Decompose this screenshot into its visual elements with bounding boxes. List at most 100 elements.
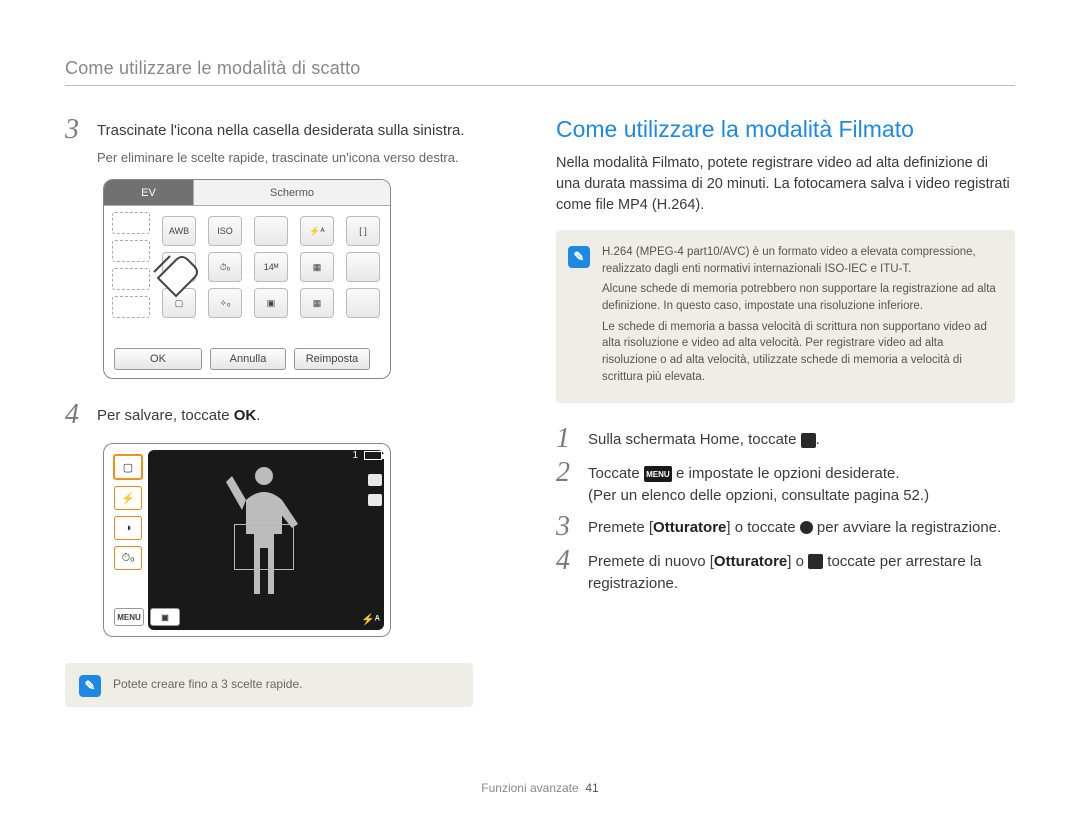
shortcut-flash-icon[interactable]: ⚡ bbox=[114, 486, 142, 510]
option-timer-off-icon[interactable]: ⏱ₒ bbox=[208, 252, 242, 282]
tab-ev[interactable]: EV bbox=[104, 180, 194, 205]
annulla-button[interactable]: Annulla bbox=[210, 348, 286, 370]
step-number: 3 bbox=[556, 513, 574, 541]
flash-indicator: ⚡ᴬ bbox=[361, 613, 380, 626]
option-cell[interactable]: ▣ bbox=[254, 288, 288, 318]
step-number: 4 bbox=[556, 547, 574, 595]
columns: 3 Trascinate l'icona nella casella desid… bbox=[65, 116, 1015, 707]
text: Premete [ bbox=[588, 519, 653, 536]
menu-row: MENU ▣ bbox=[114, 608, 180, 626]
menu-chip-icon: MENU bbox=[644, 466, 672, 482]
tab-schermo[interactable]: Schermo bbox=[194, 180, 390, 205]
ok-button[interactable]: OK bbox=[114, 348, 202, 370]
text: Sulla schermata Home, toccate bbox=[588, 431, 801, 448]
info-body: H.264 (MPEG-4 part10/AVC) è un formato v… bbox=[602, 244, 999, 389]
mode-icon bbox=[801, 433, 816, 448]
step-3: 3 Trascinate l'icona nella casella desid… bbox=[65, 116, 524, 144]
step-text: Per salvare, toccate OK. bbox=[97, 401, 260, 429]
text: Toccate bbox=[588, 465, 644, 482]
bold-text: Otturatore bbox=[714, 553, 787, 570]
focus-box-icon bbox=[234, 524, 294, 570]
shortcut-icon[interactable]: ▢ bbox=[113, 454, 143, 480]
bold-text: Otturatore bbox=[653, 519, 726, 536]
step-1: 1 Sulla schermata Home, toccate . bbox=[556, 425, 1015, 453]
step-text: Trascinate l'icona nella casella desider… bbox=[97, 116, 465, 144]
step-number: 2 bbox=[556, 459, 574, 507]
text: per avviare la registrazione. bbox=[813, 519, 1001, 536]
left-column: 3 Trascinate l'icona nella casella desid… bbox=[65, 116, 524, 707]
shortcut-column: ▢ ⚡ ◑ ⏱ₒ bbox=[112, 454, 144, 570]
note-box: ✎ Potete creare fino a 3 scelte rapide. bbox=[65, 663, 473, 707]
option-cell[interactable] bbox=[346, 288, 380, 318]
shortcut-slot[interactable] bbox=[112, 212, 150, 234]
text: (Per un elenco delle opzioni, consultate… bbox=[588, 487, 929, 504]
info-item: H.264 (MPEG-4 part10/AVC) è un formato v… bbox=[602, 244, 999, 277]
option-focus-icon[interactable]: [ ] bbox=[346, 216, 380, 246]
info-box: ✎ H.264 (MPEG-4 part10/AVC) è un formato… bbox=[556, 230, 1015, 403]
page: Come utilizzare le modalità di scatto 3 … bbox=[0, 0, 1080, 815]
left-rail bbox=[112, 212, 156, 320]
step-text: Sulla schermata Home, toccate . bbox=[588, 425, 820, 453]
shortcut-slot[interactable] bbox=[112, 240, 150, 262]
option-cell[interactable]: ✧ₒ bbox=[208, 288, 242, 318]
step-text: Premete di nuovo [Otturatore] o toccate … bbox=[588, 547, 1015, 595]
options-grid: AWB ISO ⚡ᴬ [ ] ◑ ⏱ₒ 14ᴹ ▦ ▢ ✧ₒ ▣ ▦ bbox=[162, 216, 380, 318]
step-number: 1 bbox=[556, 425, 574, 453]
step-3: 3 Premete [Otturatore] o toccate per avv… bbox=[556, 513, 1015, 541]
shortcut-slot[interactable] bbox=[112, 268, 150, 290]
text: ] o toccate bbox=[726, 519, 799, 536]
option-awb-icon[interactable]: AWB bbox=[162, 216, 196, 246]
page-title: Come utilizzare le modalità di scatto bbox=[65, 58, 1015, 79]
battery-icon bbox=[364, 451, 382, 460]
option-cell[interactable]: ▦ bbox=[300, 252, 334, 282]
option-flash-icon[interactable]: ⚡ᴬ bbox=[300, 216, 334, 246]
note-text: Potete creare fino a 3 scelte rapide. bbox=[113, 673, 302, 697]
shortcut-slot[interactable] bbox=[112, 296, 150, 318]
button-bar: OK Annulla Reimposta bbox=[114, 348, 370, 370]
footer-label: Funzioni avanzate bbox=[481, 781, 578, 795]
status-icon bbox=[368, 494, 382, 506]
menu-button[interactable]: MENU bbox=[114, 608, 144, 626]
shortcut-timer-off-icon[interactable]: ⏱ₒ bbox=[114, 546, 142, 570]
info-item: Alcune schede di memoria potrebbero non … bbox=[602, 281, 999, 314]
top-right-status: 1 bbox=[352, 450, 382, 461]
option-cell[interactable] bbox=[254, 216, 288, 246]
page-number: 41 bbox=[585, 781, 598, 795]
title-rule bbox=[65, 85, 1015, 86]
step-number: 3 bbox=[65, 116, 83, 144]
step-4: 4 Per salvare, toccate OK. bbox=[65, 401, 524, 429]
stop-icon bbox=[808, 554, 823, 569]
option-cell[interactable]: ◑ bbox=[162, 252, 196, 282]
status-icon bbox=[368, 474, 382, 486]
text: e impostate le opzioni desiderate. bbox=[672, 465, 900, 482]
step-4: 4 Premete di nuovo [Otturatore] o toccat… bbox=[556, 547, 1015, 595]
step-2: 2 Toccate MENU e impostate le opzioni de… bbox=[556, 459, 1015, 507]
display-button[interactable]: ▣ bbox=[150, 608, 180, 626]
footer: Funzioni avanzate 41 bbox=[0, 781, 1080, 795]
option-size-icon[interactable]: 14ᴹ bbox=[254, 252, 288, 282]
step-text: Premete [Otturatore] o toccate per avvia… bbox=[588, 513, 1001, 541]
step-3-sub: Per eliminare le scelte rapide, trascina… bbox=[97, 150, 524, 165]
text: . bbox=[256, 407, 260, 424]
text: Premete di nuovo [ bbox=[588, 553, 714, 570]
right-icons bbox=[368, 474, 382, 506]
step-number: 4 bbox=[65, 401, 83, 429]
intro-text: Nella modalità Filmato, potete registrar… bbox=[556, 153, 1015, 216]
option-single-icon[interactable]: ▢ bbox=[162, 288, 196, 318]
text: ] o bbox=[787, 553, 808, 570]
screenshot-ev-panel: EV Schermo AWB ISO ⚡ᴬ [ ] ◑ ⏱ₒ bbox=[103, 179, 391, 379]
step-text: Toccate MENU e impostate le opzioni desi… bbox=[588, 459, 929, 507]
right-column: Come utilizzare la modalità Filmato Nell… bbox=[556, 116, 1015, 707]
option-cell[interactable]: ▦ bbox=[300, 288, 334, 318]
screenshot-camera-preview: ▢ ⚡ ◑ ⏱ₒ MENU ▣ 1 bbox=[103, 443, 391, 637]
tabbar: EV Schermo bbox=[104, 180, 390, 206]
section-title: Come utilizzare la modalità Filmato bbox=[556, 116, 1015, 143]
record-icon bbox=[800, 521, 813, 534]
info-icon: ✎ bbox=[568, 246, 590, 268]
option-cell[interactable] bbox=[346, 252, 380, 282]
reimposta-button[interactable]: Reimposta bbox=[294, 348, 370, 370]
shortcut-icon[interactable]: ◑ bbox=[114, 516, 142, 540]
info-item: Le schede di memoria a bassa velocità di… bbox=[602, 319, 999, 386]
option-iso-icon[interactable]: ISO bbox=[208, 216, 242, 246]
text: Per salvare, toccate bbox=[97, 407, 234, 424]
